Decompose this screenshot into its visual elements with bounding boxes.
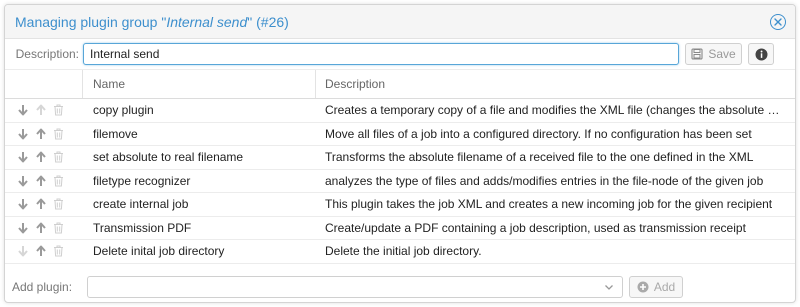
description-row: Description: Save bbox=[5, 39, 795, 69]
table-body: copy plugin Creates a temporary copy of a… bbox=[5, 99, 795, 264]
header-description: Description bbox=[325, 77, 386, 91]
arrow-down-icon[interactable] bbox=[16, 221, 29, 234]
arrow-down-icon[interactable] bbox=[16, 104, 29, 117]
arrow-up-icon[interactable] bbox=[34, 151, 47, 164]
title-prefix: Managing plugin group " bbox=[15, 13, 167, 30]
title-group-name: Internal send bbox=[166, 13, 248, 30]
arrow-up-icon[interactable] bbox=[34, 245, 47, 258]
trash-icon[interactable] bbox=[52, 127, 65, 140]
table-header: Name Description bbox=[5, 69, 795, 99]
chevron-down-icon bbox=[605, 285, 613, 290]
plus-circle-icon bbox=[637, 281, 649, 293]
row-actions bbox=[5, 127, 83, 140]
title-group-number: #26 bbox=[260, 13, 285, 30]
arrow-down-icon[interactable] bbox=[16, 151, 29, 164]
close-icon bbox=[774, 18, 782, 26]
row-description: Move all files of a job into a configure… bbox=[325, 126, 752, 141]
row-description: Delete the initial job directory. bbox=[325, 244, 482, 259]
description-label: Description: bbox=[15, 47, 79, 61]
header-actions bbox=[5, 70, 83, 98]
dialog-title: Managing plugin group "Internal send" (#… bbox=[15, 14, 289, 30]
dialog-titlebar: Managing plugin group "Internal send" (#… bbox=[5, 5, 795, 39]
save-button[interactable]: Save bbox=[685, 43, 742, 65]
add-plugin-row: Add plugin: Add bbox=[5, 271, 795, 302]
header-name: Name bbox=[83, 70, 316, 98]
table-row[interactable]: filetype recognizer analyzes the type of … bbox=[5, 170, 795, 193]
row-name: create internal job bbox=[93, 197, 189, 212]
plugin-table: Name Description copy plugin Creates a te… bbox=[5, 69, 795, 264]
arrow-down-icon bbox=[16, 245, 29, 258]
row-description: Transforms the absolute filename of a re… bbox=[325, 150, 754, 165]
row-name: Delete inital job directory bbox=[93, 244, 225, 259]
title-suffix: " ( bbox=[247, 13, 261, 30]
arrow-up-icon[interactable] bbox=[34, 198, 47, 211]
arrow-down-icon[interactable] bbox=[16, 127, 29, 140]
row-description: Creates a temporary copy of a file and m… bbox=[325, 103, 795, 118]
close-button[interactable] bbox=[770, 14, 786, 30]
description-input[interactable] bbox=[83, 43, 679, 65]
arrow-down-icon[interactable] bbox=[16, 174, 29, 187]
row-name: copy plugin bbox=[93, 103, 154, 118]
table-row[interactable]: create internal job This plugin takes the… bbox=[5, 193, 795, 217]
arrow-up-icon bbox=[34, 104, 47, 117]
arrow-up-icon[interactable] bbox=[34, 174, 47, 187]
plugin-group-dialog: Managing plugin group "Internal send" (#… bbox=[4, 4, 796, 303]
add-plugin-label: Add plugin: bbox=[12, 280, 73, 294]
row-name: set absolute to real filename bbox=[93, 150, 244, 165]
add-label: Add bbox=[653, 280, 676, 294]
info-button[interactable] bbox=[748, 43, 774, 65]
trash-icon[interactable] bbox=[52, 174, 65, 187]
save-label: Save bbox=[708, 47, 736, 61]
arrow-up-icon[interactable] bbox=[34, 221, 47, 234]
info-icon bbox=[755, 48, 767, 60]
row-name: Transmission PDF bbox=[93, 220, 192, 235]
trash-icon[interactable] bbox=[52, 245, 65, 258]
arrow-down-icon[interactable] bbox=[16, 198, 29, 211]
add-plugin-select[interactable] bbox=[87, 276, 623, 298]
row-name: filemove bbox=[93, 126, 138, 141]
trash-icon[interactable] bbox=[52, 104, 65, 117]
row-actions bbox=[5, 151, 83, 164]
row-description: Create/update a PDF containing a job des… bbox=[325, 220, 746, 235]
save-icon bbox=[691, 48, 703, 60]
add-plugin-button[interactable]: Add bbox=[629, 276, 683, 298]
row-actions bbox=[5, 174, 83, 187]
table-row[interactable]: Delete inital job directory Delete the in… bbox=[5, 240, 795, 264]
row-description: This plugin takes the job XML and create… bbox=[325, 197, 773, 212]
table-row[interactable]: set absolute to real filename Transforms … bbox=[5, 146, 795, 170]
trash-icon[interactable] bbox=[52, 198, 65, 211]
trash-icon[interactable] bbox=[52, 221, 65, 234]
row-actions bbox=[5, 245, 83, 258]
table-row[interactable]: Transmission PDF Create/update a PDF cont… bbox=[5, 217, 795, 240]
arrow-up-icon[interactable] bbox=[34, 127, 47, 140]
row-name: filetype recognizer bbox=[93, 173, 191, 188]
row-actions bbox=[5, 104, 83, 117]
table-row[interactable]: copy plugin Creates a temporary copy of a… bbox=[5, 99, 795, 123]
table-row[interactable]: filemove Move all files of a job into a c… bbox=[5, 123, 795, 146]
row-actions bbox=[5, 221, 83, 234]
trash-icon[interactable] bbox=[52, 151, 65, 164]
title-end: ) bbox=[284, 13, 289, 30]
row-description: analyzes the type of files and adds/modi… bbox=[325, 173, 764, 188]
row-actions bbox=[5, 198, 83, 211]
